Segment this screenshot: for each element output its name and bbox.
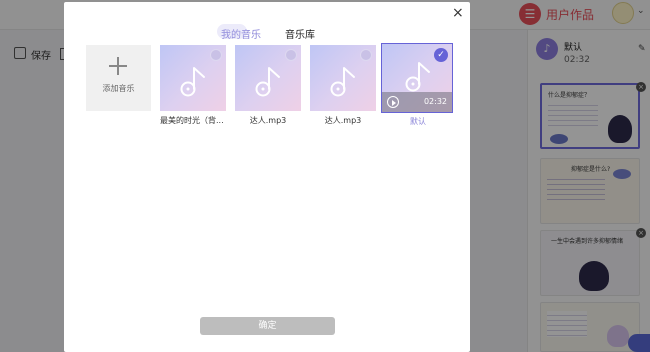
music-grid: 添加音乐 最美的时光（背... 达人.mp3 达人.mp3 ✓ 02:32 默认 [86, 43, 466, 145]
tab-music-library[interactable]: 音乐库 [285, 26, 315, 41]
play-icon[interactable] [387, 96, 399, 108]
music-note-icon [405, 62, 430, 92]
music-label: 默认 [410, 117, 426, 126]
select-radio[interactable] [285, 49, 297, 61]
preview-bar: 02:32 [382, 92, 452, 112]
tab-my-music[interactable]: 我的音乐 [217, 24, 261, 41]
music-item[interactable]: 达人.mp3 [235, 45, 301, 125]
close-icon[interactable]: × [452, 6, 464, 20]
select-radio[interactable] [210, 49, 222, 61]
music-label: 达人.mp3 [249, 116, 287, 125]
checkmark-icon[interactable]: ✓ [434, 48, 448, 62]
add-music-label: 添加音乐 [102, 84, 135, 93]
music-label: 最美的时光（背... [160, 116, 224, 125]
music-duration: 02:32 [423, 97, 447, 106]
music-item[interactable]: 最美的时光（背... [160, 45, 226, 125]
confirm-button[interactable]: 确定 [200, 317, 335, 335]
music-note-icon [180, 67, 205, 97]
select-radio[interactable] [360, 49, 372, 61]
music-note-icon [255, 67, 280, 97]
add-music-button[interactable]: 添加音乐 [86, 45, 151, 111]
music-item[interactable]: 达人.mp3 [310, 45, 376, 125]
music-note-icon [330, 67, 355, 97]
music-item-selected[interactable]: ✓ 02:32 默认 [381, 43, 453, 126]
music-dialog: 我的音乐 音乐库 × 添加音乐 最美的时光（背... 达人.mp3 达人.mp3… [64, 2, 470, 352]
music-label: 达人.mp3 [324, 116, 362, 125]
plus-icon [109, 57, 127, 75]
